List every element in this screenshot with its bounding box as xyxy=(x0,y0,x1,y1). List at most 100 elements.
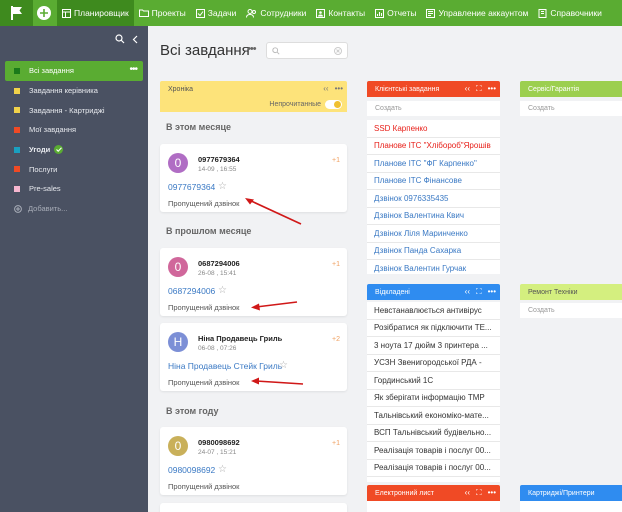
nav-label: Задачи xyxy=(207,8,237,18)
sidebar-item-all-tasks[interactable]: Всі завдання ••• xyxy=(5,61,143,81)
nav-tasks[interactable]: Задачи xyxy=(191,0,242,26)
create-task-input[interactable]: Создать xyxy=(520,101,622,116)
account-icon xyxy=(426,8,436,18)
nav-account[interactable]: Управление аккаунтом xyxy=(421,0,533,26)
more-icon[interactable]: ••• xyxy=(488,287,496,297)
task-row[interactable]: Дзвінок 0976335435 xyxy=(367,190,500,208)
card-subtitle: Пропущений дзвінок xyxy=(168,303,240,312)
star-icon[interactable]: ☆ xyxy=(218,464,227,475)
sidebar-item-label: Угоди xyxy=(29,145,51,155)
nav-planner[interactable]: Планировщик xyxy=(57,0,134,26)
sidebar-item-deals[interactable]: Угоди xyxy=(0,140,148,160)
column-service-header[interactable]: Сервіс/Гарантія xyxy=(520,81,622,97)
search-icon[interactable] xyxy=(115,34,125,44)
sidebar-item-manager-tasks[interactable]: Завдання керівника xyxy=(0,81,148,101)
card-name: Ніна Продавець Гриль xyxy=(198,334,283,343)
task-row[interactable]: Планове ІТС "Хлібороб"Ярошів xyxy=(367,138,500,155)
more-icon[interactable]: ••• xyxy=(488,84,496,94)
sidebar-item-presales[interactable]: Pre-sales xyxy=(0,179,148,199)
nav-label: Справочники xyxy=(550,8,602,18)
page-title: Всі завдання xyxy=(160,42,250,59)
more-icon[interactable]: ••• xyxy=(488,488,496,498)
column-cartridges-header[interactable]: Картриджі/Принтери xyxy=(520,485,622,501)
task-row[interactable]: Тальнівський економіко-мате... xyxy=(367,407,500,425)
star-icon[interactable]: ☆ xyxy=(218,285,227,296)
more-icon[interactable]: ••• xyxy=(129,64,137,75)
create-task-input[interactable]: Создать xyxy=(367,101,500,116)
card-link[interactable]: 0977679364 xyxy=(168,182,215,192)
unread-toggle[interactable] xyxy=(325,100,342,109)
column-client-tasks-header[interactable]: Клієнтські завдання ‹‹ ⛶ ••• xyxy=(367,81,500,97)
expand-icon[interactable]: ⛶ xyxy=(476,287,482,297)
color-square xyxy=(14,67,20,74)
collapse-icon[interactable]: ‹‹ xyxy=(323,84,328,93)
projects-icon xyxy=(138,9,149,17)
task-row[interactable]: SSD Карпенко xyxy=(367,120,500,138)
task-row[interactable]: ВСП Тальнівський будівельно... xyxy=(367,425,500,442)
task-row[interactable]: Дзвінок Панда Сахарка xyxy=(367,243,500,260)
column-title: Сервіс/Гарантія xyxy=(528,85,580,93)
client-tasks-list: SSD Карпенко Планове ІТС "Хлібороб"Яроші… xyxy=(367,120,500,274)
task-row[interactable]: 3 ноута 17 дюйм 3 принтера ... xyxy=(367,337,500,355)
create-task-input[interactable]: Создать xyxy=(520,303,622,318)
task-row[interactable]: Дзвінок Ліля Маринченко xyxy=(367,225,500,243)
task-row[interactable]: Дзвінок Валентина Квич xyxy=(367,208,500,225)
sidebar-item-cartridge-tasks[interactable]: Завдання - Картриджі xyxy=(0,100,148,120)
contacts-icon xyxy=(316,8,326,18)
unread-label: Непрочитанные xyxy=(269,101,321,108)
column-chronicle-header[interactable]: Хроніка ‹‹ ••• xyxy=(160,81,347,97)
column-postponed-header[interactable]: Відкладені ‹‹ ⛶ ••• xyxy=(367,284,500,300)
expand-icon[interactable]: ⛶ xyxy=(476,84,482,94)
column-title: Ремонт Техніки xyxy=(528,288,578,296)
sidebar-item-services[interactable]: Послуги xyxy=(0,159,148,179)
clear-icon[interactable] xyxy=(334,47,342,55)
search-input[interactable] xyxy=(266,42,348,59)
collapse-icon[interactable]: ‹‹ xyxy=(465,84,470,94)
collapse-icon[interactable]: ‹‹ xyxy=(465,488,470,498)
search-icon xyxy=(272,47,280,55)
collapse-icon[interactable] xyxy=(131,35,140,44)
card-link[interactable]: 0687294006 xyxy=(168,286,215,296)
sidebar-item-my-tasks[interactable]: Мої завдання xyxy=(0,120,148,140)
more-icon[interactable]: ••• xyxy=(335,84,343,93)
chronicle-card[interactable]: 0 0980098692 24-07 , 15:21 +1 0980098692… xyxy=(160,427,347,495)
card-count-badge: +1 xyxy=(332,261,340,268)
avatar: 0 xyxy=(168,436,188,456)
task-row[interactable]: Дзвінок Валентин Гурчак xyxy=(367,260,500,274)
sidebar-item-label: Всі завдання xyxy=(29,66,74,76)
star-icon[interactable]: ☆ xyxy=(279,360,288,371)
title-more-icon[interactable]: ••• xyxy=(247,43,257,55)
column-repair-header[interactable]: Ремонт Техніки xyxy=(520,284,622,300)
unread-toggle-row: Непрочитанные xyxy=(160,97,347,112)
nav-contacts[interactable]: Контакты xyxy=(311,0,370,26)
task-row[interactable]: Реалізація товарів і послуг 00... xyxy=(367,442,500,460)
task-row[interactable]: Планове ІТС "ФГ Карпенко" xyxy=(367,155,500,173)
star-icon[interactable]: ☆ xyxy=(218,181,227,192)
task-row[interactable]: Як зберігати інформацію ТМР xyxy=(367,390,500,407)
employees-icon xyxy=(246,8,257,18)
nav-employees[interactable]: Сотрудники xyxy=(241,0,311,26)
nav-projects[interactable]: Проекты xyxy=(134,0,191,26)
task-row[interactable]: Невстанавлюється антивірус xyxy=(367,302,500,320)
card-link[interactable]: 0980098692 xyxy=(168,465,215,475)
task-row[interactable]: Реалізація товарів і послуг 00... xyxy=(367,460,500,477)
avatar: 0 xyxy=(168,257,188,277)
expand-icon[interactable]: ⛶ xyxy=(476,488,482,498)
nav-label: Контакты xyxy=(328,8,366,18)
column-email-header[interactable]: Електронний лист ‹‹ ⛶ ••• xyxy=(367,485,500,501)
card-link[interactable]: Ніна Продавець Стейк Гриль xyxy=(168,361,282,371)
avatar: Н xyxy=(168,332,188,352)
task-row[interactable]: Планове ІТС Фінансове xyxy=(367,173,500,190)
task-row[interactable]: Гординський 1С xyxy=(367,372,500,390)
task-row[interactable]: УСЗН Звенигородської РДА - xyxy=(367,355,500,372)
sidebar-add-button[interactable]: Добавить... xyxy=(0,199,148,219)
nav-reports[interactable]: Отчеты xyxy=(370,0,421,26)
nav-directories[interactable]: Справочники xyxy=(533,0,607,26)
app-logo[interactable] xyxy=(0,0,33,26)
collapse-icon[interactable]: ‹‹ xyxy=(465,287,470,297)
sidebar-item-label: Завдання керівника xyxy=(29,86,98,96)
annotation-arrow xyxy=(251,377,304,385)
add-icon[interactable] xyxy=(37,6,51,20)
task-row[interactable]: Розібратися як підключити TE... xyxy=(367,320,500,337)
chronicle-card[interactable] xyxy=(160,503,347,512)
